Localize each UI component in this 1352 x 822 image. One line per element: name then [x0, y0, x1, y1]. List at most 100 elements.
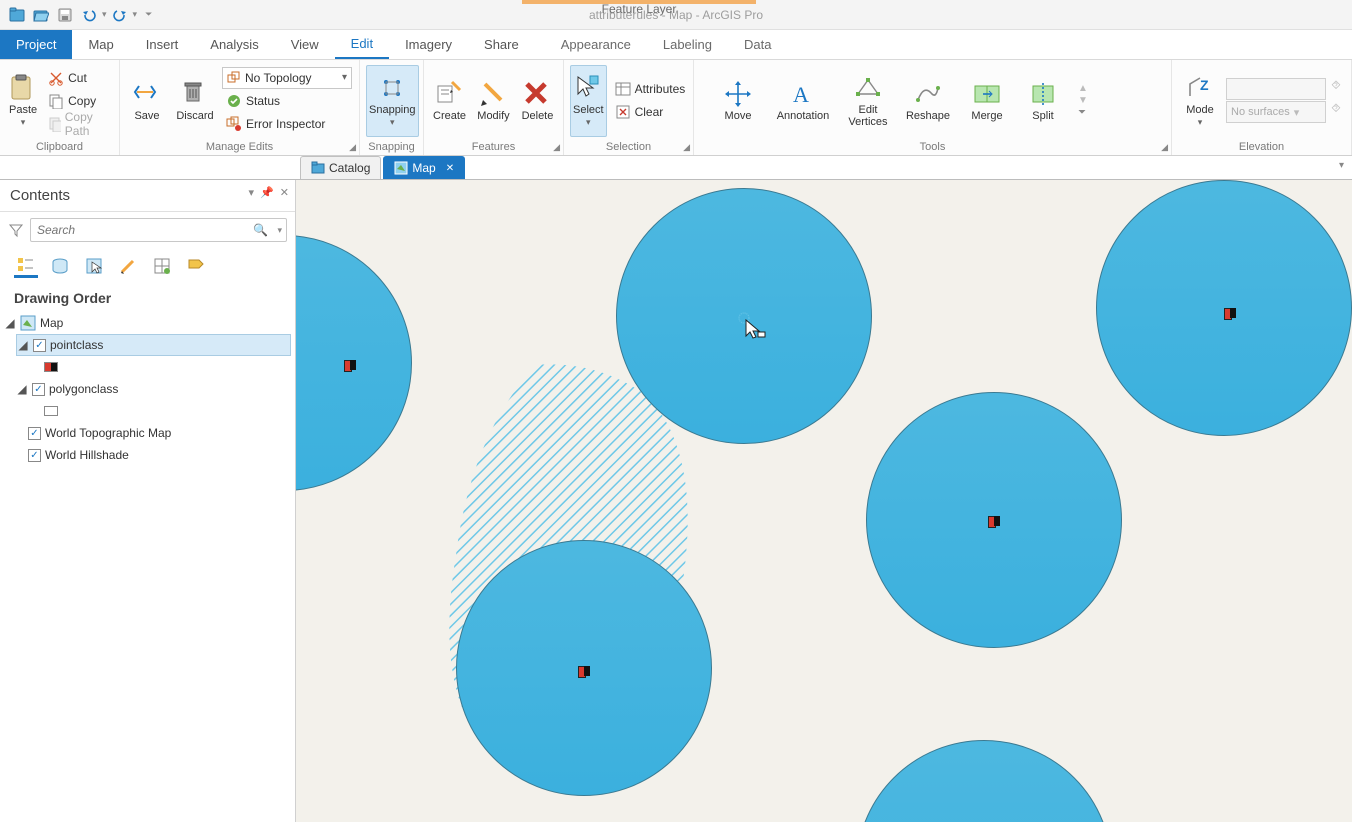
layer-world-hillshade[interactable]: ✓ World Hillshade [28, 444, 291, 466]
group-snapping: Snapping▾ Snapping [360, 60, 424, 155]
undo-icon[interactable] [78, 4, 100, 26]
tab-data[interactable]: Data [728, 30, 787, 59]
undo-dropdown-icon[interactable]: ▾ [102, 9, 107, 20]
new-project-icon[interactable] [6, 4, 28, 26]
buffer-circle [856, 740, 1112, 822]
expand-icon[interactable]: ◢ [4, 316, 16, 330]
error-inspector-button[interactable]: Error Inspector [222, 113, 352, 135]
list-by-snapping-icon[interactable] [150, 254, 174, 278]
cut-button[interactable]: Cut [44, 67, 113, 89]
list-by-selection-icon[interactable] [82, 254, 106, 278]
move-button[interactable]: Move [712, 65, 764, 137]
tools-gallery-more-icon[interactable]: ⏷ [1078, 107, 1088, 118]
layer-world-topo[interactable]: ✓ World Topographic Map [28, 422, 291, 444]
group-manage-edits-label: Manage Edits [206, 141, 273, 153]
select-button[interactable]: Select▾ [570, 65, 607, 137]
copy-path-button[interactable]: Copy Path [44, 113, 113, 135]
annotation-icon: A [789, 80, 817, 108]
delete-button[interactable]: Delete [518, 65, 557, 137]
edit-vertices-icon [854, 74, 882, 102]
mode-button[interactable]: Z Mode▾ [1178, 65, 1222, 137]
mode-icon: Z [1186, 74, 1214, 102]
filter-icon[interactable] [8, 222, 24, 238]
map-canvas[interactable] [296, 180, 1352, 822]
paste-button[interactable]: Paste▾ [6, 65, 40, 137]
tab-share[interactable]: Share [468, 30, 535, 59]
tab-edit[interactable]: Edit [335, 30, 389, 59]
contents-pin-icon[interactable]: 📌 [260, 186, 274, 199]
map-node[interactable]: ◢ Map [4, 312, 291, 334]
attributes-icon [615, 81, 631, 97]
redo-icon[interactable] [109, 4, 131, 26]
elevation-unit-icon[interactable]: ⯑ [1328, 78, 1344, 100]
close-tab-icon[interactable]: ✕ [446, 163, 454, 174]
open-project-icon[interactable] [30, 4, 52, 26]
elevation-surface-combo[interactable]: No surfaces▾ [1226, 101, 1326, 123]
visibility-checkbox[interactable]: ✓ [33, 339, 46, 352]
selection-launcher-icon[interactable]: ◢ [683, 142, 690, 153]
quick-access-toolbar: ▾ ▾ ⏷ [0, 4, 152, 26]
tab-labeling[interactable]: Labeling [647, 30, 728, 59]
qat-customize-icon[interactable]: ⏷ [145, 9, 152, 20]
tab-analysis[interactable]: Analysis [194, 30, 274, 59]
layer-pointclass[interactable]: ◢ ✓ pointclass [16, 334, 291, 356]
attributes-button[interactable]: Attributes [611, 78, 690, 100]
tools-gallery-down-icon[interactable]: ▼ [1078, 95, 1088, 106]
list-by-source-icon[interactable] [48, 254, 72, 278]
search-input[interactable]: 🔍 ▾ [30, 218, 287, 242]
tools-gallery-up-icon[interactable]: ▲ [1078, 83, 1088, 94]
list-by-labeling-icon[interactable] [184, 254, 208, 278]
tab-view[interactable]: View [275, 30, 335, 59]
annotation-button[interactable]: A Annotation [772, 65, 834, 137]
redo-dropdown-icon[interactable]: ▾ [133, 9, 138, 20]
tab-appearance[interactable]: Appearance [545, 30, 647, 59]
expand-icon[interactable]: ◢ [16, 382, 28, 396]
search-dropdown-icon[interactable]: ▾ [277, 225, 282, 236]
list-by-drawing-order-icon[interactable] [14, 254, 38, 278]
tab-project[interactable]: Project [0, 30, 72, 59]
split-icon [1029, 80, 1057, 108]
contents-options-icon[interactable]: ▾ [249, 186, 255, 199]
topology-combo[interactable]: No Topology [222, 67, 352, 89]
features-launcher-icon[interactable]: ◢ [553, 142, 560, 153]
copy-button[interactable]: Copy [44, 90, 113, 112]
reshape-button[interactable]: Reshape [902, 65, 954, 137]
edit-vertices-button[interactable]: Edit Vertices [842, 65, 894, 137]
view-tabs-menu-icon[interactable]: ▾ [1339, 160, 1344, 171]
tab-catalog[interactable]: Catalog [300, 156, 381, 179]
modify-button[interactable]: Modify [473, 65, 514, 137]
manage-edits-launcher-icon[interactable]: ◢ [349, 142, 356, 153]
snapping-button[interactable]: Snapping▾ [366, 65, 419, 137]
visibility-checkbox[interactable]: ✓ [28, 449, 41, 462]
list-by-editing-icon[interactable] [116, 254, 140, 278]
contextual-tab-header: Feature Layer [522, 0, 756, 16]
group-manage-edits: Save Discard No Topology Status Error In… [120, 60, 360, 155]
pointclass-symbol[interactable] [44, 356, 291, 378]
snapping-icon [378, 74, 406, 102]
merge-button[interactable]: Merge [962, 65, 1012, 137]
save-edits-button[interactable]: Save [126, 65, 168, 137]
tools-launcher-icon[interactable]: ◢ [1161, 142, 1168, 153]
tab-map[interactable]: Map [72, 30, 129, 59]
save-icon[interactable] [54, 4, 76, 26]
expand-icon[interactable]: ◢ [17, 338, 29, 352]
select-icon [574, 74, 602, 102]
discard-button[interactable]: Discard [172, 65, 218, 137]
title-bar: attributerules - Map - ArcGIS Pro ▾ ▾ ⏷ … [0, 0, 1352, 30]
elevation-value-input[interactable] [1226, 78, 1326, 100]
layer-polygonclass[interactable]: ◢ ✓ polygonclass [16, 378, 291, 400]
elevation-pick-icon[interactable]: ⯑ [1328, 101, 1344, 123]
polygonclass-symbol[interactable] [44, 400, 291, 422]
clear-icon [615, 104, 631, 120]
contents-close-icon[interactable]: ✕ [280, 186, 289, 199]
create-button[interactable]: Create [430, 65, 469, 137]
split-button[interactable]: Split [1020, 65, 1066, 137]
tab-insert[interactable]: Insert [130, 30, 195, 59]
visibility-checkbox[interactable]: ✓ [32, 383, 45, 396]
clear-button[interactable]: Clear [611, 101, 690, 123]
map-tab-icon [394, 161, 408, 175]
status-button[interactable]: Status [222, 90, 352, 112]
tab-imagery[interactable]: Imagery [389, 30, 468, 59]
visibility-checkbox[interactable]: ✓ [28, 427, 41, 440]
tab-mapview[interactable]: Map ✕ [383, 156, 465, 179]
